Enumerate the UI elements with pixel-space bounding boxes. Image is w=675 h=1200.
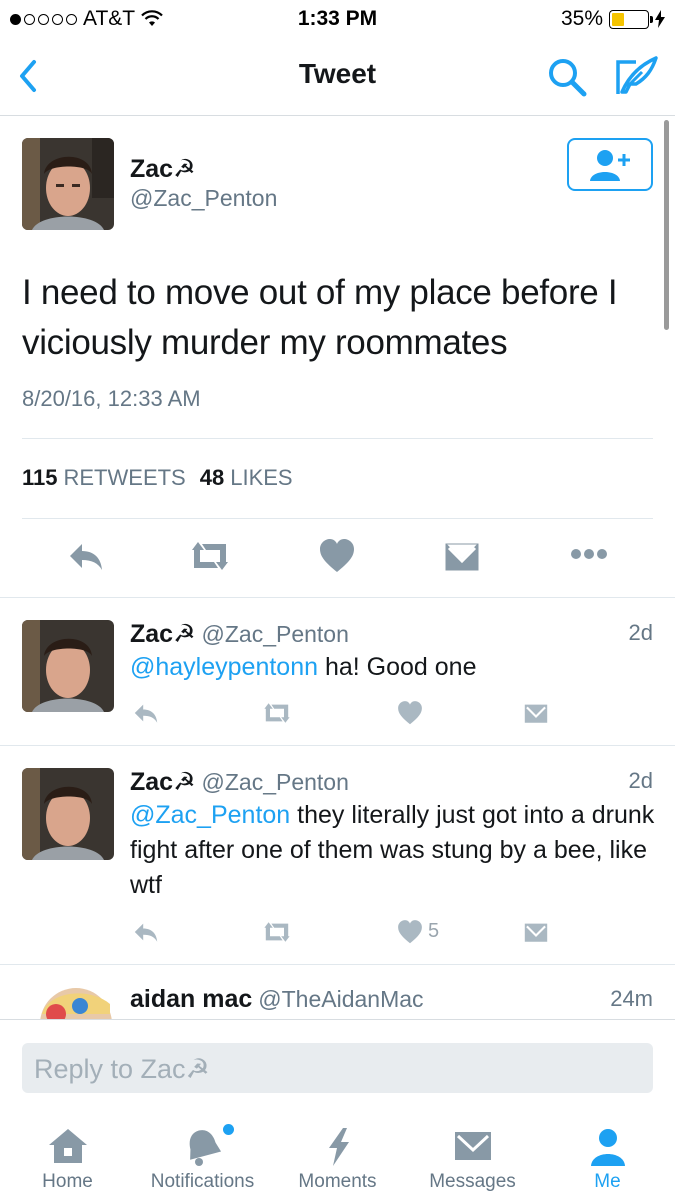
like-count: 5 bbox=[428, 920, 440, 942]
tab-me[interactable]: Me bbox=[540, 1110, 675, 1200]
notification-badge bbox=[223, 1124, 234, 1135]
reply-avatar[interactable] bbox=[22, 768, 114, 860]
tab-moments-label: Moments bbox=[298, 1171, 377, 1192]
add-user-icon bbox=[590, 149, 630, 181]
reply-mention-link[interactable]: @hayleypentonn bbox=[130, 653, 318, 681]
reply-author[interactable]: Zac☭ @Zac_Penton bbox=[130, 767, 349, 797]
reply-input[interactable]: Reply to Zac☭ bbox=[22, 1043, 653, 1093]
retweet-icon[interactable] bbox=[260, 699, 294, 732]
reply-time: 24m bbox=[610, 986, 653, 1011]
reply-icon[interactable] bbox=[132, 918, 160, 951]
retweets-stat[interactable]: 115 RETWEETS bbox=[22, 465, 186, 491]
reply-actions: 5 bbox=[0, 918, 675, 948]
tweet-text: I need to move out of my place before I … bbox=[22, 273, 618, 362]
reply-text: @Zac_Penton they literally just got into… bbox=[130, 798, 655, 903]
tab-me-label: Me bbox=[594, 1171, 621, 1192]
tweet-actions bbox=[0, 536, 675, 580]
reply-author[interactable]: aidan mac @TheAidanMac bbox=[130, 985, 424, 1014]
reply-author-name: aidan mac bbox=[130, 985, 253, 1013]
avatar-photo bbox=[22, 768, 114, 860]
reply-author-handle: @Zac_Penton bbox=[201, 769, 349, 795]
battery-icon bbox=[609, 9, 653, 29]
bell-icon bbox=[189, 1130, 221, 1166]
author-avatar[interactable] bbox=[22, 138, 114, 230]
heart-icon[interactable] bbox=[318, 536, 356, 581]
direct-message-icon[interactable] bbox=[522, 918, 550, 951]
reply-text: @hayleypentonn ha! Good one bbox=[130, 650, 655, 685]
more-options-icon[interactable] bbox=[570, 544, 608, 569]
likes-stat[interactable]: 48 LIKES bbox=[200, 465, 293, 491]
status-bar: AT&T 1:33 PM 35% bbox=[0, 0, 675, 38]
author-handle[interactable]: @Zac_Penton bbox=[130, 185, 277, 212]
reply-author[interactable]: Zac☭ @Zac_Penton bbox=[130, 619, 349, 649]
tab-moments[interactable]: Moments bbox=[270, 1110, 405, 1200]
tab-home-label: Home bbox=[42, 1171, 93, 1192]
tab-messages[interactable]: Messages bbox=[405, 1110, 540, 1200]
person-icon bbox=[590, 1129, 625, 1166]
reply-icon[interactable] bbox=[132, 699, 160, 732]
tweet-timestamp: 8/20/16, 12:33 AM bbox=[22, 386, 201, 411]
retweets-label: RETWEETS bbox=[63, 465, 186, 490]
search-icon[interactable] bbox=[546, 56, 588, 98]
direct-message-icon[interactable] bbox=[444, 536, 480, 581]
status-right: 35% bbox=[561, 7, 665, 31]
reply-actions bbox=[0, 699, 675, 729]
reply-author-handle: @TheAidanMac bbox=[258, 986, 424, 1012]
reply-time: 2d bbox=[628, 620, 653, 645]
reply-author-name: Zac☭ bbox=[130, 768, 196, 796]
reply-composer: Reply to Zac☭ bbox=[0, 1019, 675, 1110]
reply-author-name: Zac☭ bbox=[130, 620, 196, 648]
tab-notifications-label: Notifications bbox=[150, 1171, 255, 1192]
scrollbar[interactable] bbox=[664, 120, 669, 330]
navigation-bar: Tweet bbox=[0, 38, 675, 116]
home-icon bbox=[48, 1129, 87, 1163]
reply-avatar[interactable] bbox=[38, 984, 114, 1019]
reply-mention-link[interactable]: @Zac_Penton bbox=[130, 801, 290, 829]
charging-bolt-icon bbox=[655, 10, 665, 28]
retweets-count: 115 bbox=[22, 465, 58, 490]
divider bbox=[0, 964, 675, 965]
tweet-stats: 115 RETWEETS 48 LIKES bbox=[22, 465, 293, 491]
likes-count: 48 bbox=[199, 465, 225, 490]
compose-tweet-icon[interactable] bbox=[612, 54, 660, 98]
divider bbox=[22, 438, 653, 439]
retweet-icon[interactable] bbox=[260, 918, 294, 951]
lightning-icon bbox=[328, 1128, 349, 1166]
reply-time: 2d bbox=[628, 768, 653, 793]
tab-bar: Home Notifications Moments Messages Me bbox=[0, 1110, 675, 1200]
follow-button[interactable] bbox=[567, 138, 653, 191]
tab-home[interactable]: Home bbox=[0, 1110, 135, 1200]
reply-body: ha! Good one bbox=[318, 653, 477, 681]
avatar-photo bbox=[40, 988, 112, 1019]
tab-messages-label: Messages bbox=[429, 1171, 516, 1192]
divider bbox=[0, 597, 675, 598]
reply-icon[interactable] bbox=[68, 536, 104, 581]
heart-icon[interactable] bbox=[396, 699, 424, 732]
tab-notifications[interactable]: Notifications bbox=[135, 1110, 270, 1200]
likes-label: LIKES bbox=[230, 465, 293, 490]
author-name[interactable]: Zac☭ bbox=[130, 154, 196, 184]
heart-icon[interactable] bbox=[396, 918, 424, 951]
battery-percent: 35% bbox=[560, 7, 603, 30]
retweet-icon[interactable] bbox=[188, 536, 232, 581]
envelope-icon bbox=[454, 1132, 491, 1160]
avatar-photo bbox=[22, 138, 114, 230]
divider bbox=[22, 518, 653, 519]
divider bbox=[0, 745, 675, 746]
reply-author-handle: @Zac_Penton bbox=[201, 621, 349, 647]
direct-message-icon[interactable] bbox=[522, 699, 550, 732]
